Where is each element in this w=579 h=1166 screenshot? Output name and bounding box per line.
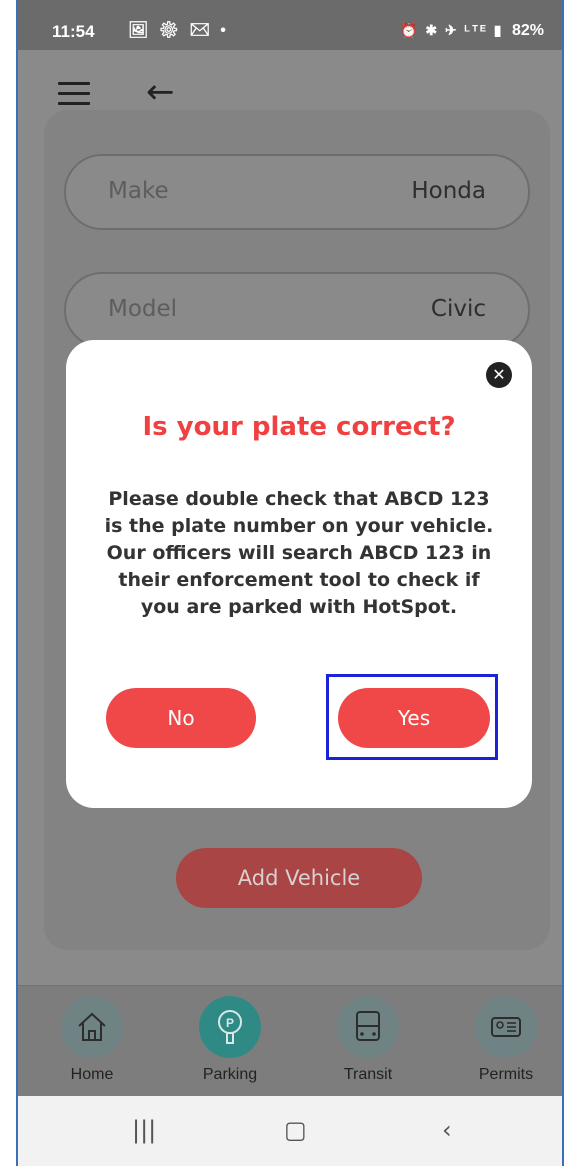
back-system-icon[interactable]: ‹ [442,1116,452,1144]
id-card-icon [475,996,537,1058]
svg-text:P: P [226,1016,234,1030]
make-value: Honda [411,178,486,204]
status-time: 11:54 [52,22,95,41]
status-bar: 11:54 🖼 ⚙ ✉ • ⏰ ✱ ✈ ᴸᵀᴱ ▮ 82% [18,0,562,50]
battery-level: 82% [511,22,544,39]
bus-icon [337,996,399,1058]
nav-label-home: Home [70,1066,114,1083]
model-value: Civic [430,296,486,322]
system-navigation-bar: ||| ▢ ‹ [18,1096,562,1166]
close-icon[interactable]: ✕ [486,362,512,388]
dialog-title: Is your plate correct? [142,412,456,442]
add-vehicle-button[interactable]: Add Vehicle [176,848,422,908]
bottom-navigation: Home P Parking Transit Permits [18,985,562,1098]
nav-item-parking[interactable]: P Parking [180,996,280,1084]
model-field[interactable]: Model Civic [64,272,530,348]
nav-item-home[interactable]: Home [42,996,142,1084]
yes-button-highlight [326,674,498,760]
home-icon [61,996,123,1058]
make-field[interactable]: Make Honda [64,154,530,230]
hamburger-menu-icon[interactable] [58,82,90,105]
home-system-icon[interactable]: ▢ [284,1116,307,1144]
status-right: ⏰ ✱ ✈ ᴸᵀᴱ ▮ 82% [400,22,544,40]
nav-label-parking: Parking [202,1066,258,1083]
make-label: Make [108,178,169,204]
phone-screen: 11:54 🖼 ⚙ ✉ • ⏰ ✱ ✈ ᴸᵀᴱ ▮ 82% ← Make Hon… [16,0,564,1166]
no-button[interactable]: No [106,688,256,748]
recent-apps-icon[interactable]: ||| [132,1116,156,1144]
nav-item-permits[interactable]: Permits [456,996,556,1084]
nav-item-transit[interactable]: Transit [318,996,418,1084]
back-arrow-icon[interactable]: ← [146,72,175,112]
dialog-message: Please double check that ABCD 123 is the… [104,488,494,618]
model-label: Model [108,296,178,322]
notification-icons: 🖼 ⚙ ✉ • [128,22,229,39]
parking-meter-icon: P [199,996,261,1058]
nav-label-transit: Transit [343,1066,393,1083]
system-status-icons: ⏰ ✱ ✈ ᴸᵀᴱ ▮ [400,22,504,38]
nav-label-permits: Permits [478,1066,534,1083]
